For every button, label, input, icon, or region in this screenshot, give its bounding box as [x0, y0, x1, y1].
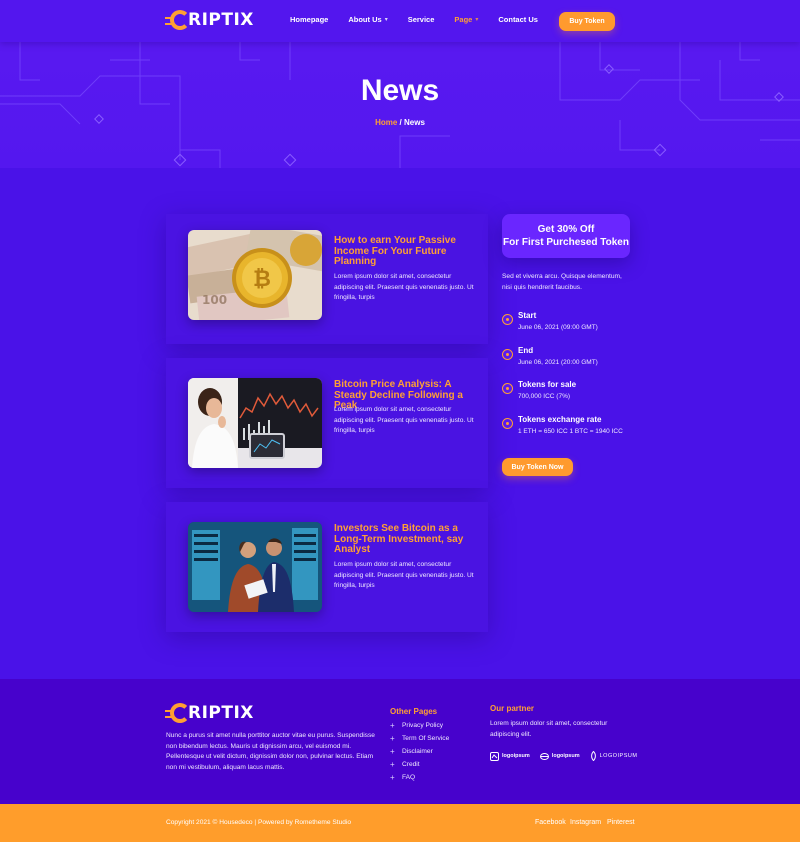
info-label: Tokens exchange rate	[518, 415, 602, 424]
copyright-bar: Copyright 2021 © Housedeco | Powered by …	[0, 804, 800, 842]
footer-description: Nunc a purus sit amet nulla porttitor au…	[166, 732, 375, 771]
radio-dot-icon	[502, 314, 513, 325]
footer-link-privacy-policy[interactable]: + Privacy Policy	[390, 719, 449, 732]
crypto-c-logo-icon	[165, 10, 190, 30]
info-value: June 06, 2021 (09:00 GMT)	[518, 324, 598, 331]
hero-banner: RIPTIX Homepage About Us ▾ Service Page …	[0, 0, 800, 168]
trading-charts-image	[188, 378, 322, 468]
partner-logo[interactable]: logoipsum	[539, 752, 580, 761]
post-excerpt: Lorem ipsum dolor sit amet, consectetur …	[334, 273, 474, 301]
plus-icon: +	[390, 773, 395, 782]
social-link-facebook[interactable]: Facebook	[535, 819, 566, 826]
footer-link-disclaimer[interactable]: + Disclaimer	[390, 745, 449, 758]
post-excerpt: Lorem ipsum dolor sit amet, consectetur …	[334, 406, 474, 434]
svg-text:100: 100	[202, 293, 227, 307]
svg-text:₿: ₿	[253, 267, 271, 292]
post-thumbnail-trading-charts[interactable]	[188, 378, 322, 468]
crypto-c-logo-icon	[165, 703, 190, 723]
partner-logo-text: LOGOIPSUM	[599, 753, 638, 759]
partner-logo-mark-icon	[590, 751, 596, 761]
nav-label: Service	[407, 15, 435, 24]
partner-logos: logoipsum logoipsum LOGOIPSUM	[490, 751, 647, 761]
social-link-pinterest[interactable]: Pinterest	[607, 819, 635, 826]
nav-item-about-us[interactable]: About Us ▾	[348, 15, 387, 24]
bitcoin-coins-image: ₿ 100	[188, 230, 322, 320]
brand-name: RIPTIX	[188, 10, 254, 30]
partner-logo[interactable]: LOGOIPSUM	[590, 751, 638, 761]
chevron-down-icon: ▾	[475, 17, 479, 23]
link-label: FAQ	[402, 774, 416, 781]
nav-item-service[interactable]: Service	[408, 15, 435, 24]
partner-logo-text: logoipsum	[502, 753, 530, 759]
radio-dot-icon	[502, 418, 513, 429]
plus-icon: +	[390, 721, 395, 730]
our-partner-heading: Our partner	[490, 704, 535, 713]
plus-icon: +	[390, 760, 395, 769]
radio-dot-icon	[502, 349, 513, 360]
info-value: 1 ETH = 650 ICC 1 BTC = 1940 ICC	[518, 428, 623, 435]
breadcrumb-current: News	[404, 118, 425, 127]
promo-subheadline: For First Purchesed Token	[503, 237, 629, 248]
info-value: 700,000 ICC (7%)	[518, 393, 571, 400]
post-excerpt: Lorem ipsum dolor sit amet, consectetur …	[334, 561, 474, 589]
nav-label: Homepage	[290, 15, 329, 24]
page-title: News	[360, 74, 440, 107]
plus-icon: +	[390, 747, 395, 756]
copyright-text: Copyright 2021 © Housedeco | Powered by …	[166, 819, 352, 826]
partner-logo-mark-icon	[539, 752, 549, 760]
footer: RIPTIX Nunc a purus sit amet nulla portt…	[0, 679, 800, 804]
post-title[interactable]: How to earn Your Passive Income For Your…	[334, 235, 479, 268]
partner-description: Lorem ipsum dolor sit amet, consectetur …	[490, 720, 608, 738]
top-navigation-bar: RIPTIX Homepage About Us ▾ Service Page …	[0, 0, 800, 42]
other-pages-list: + Privacy Policy + Term Of Service + Dis…	[390, 719, 449, 784]
server-room-image	[188, 522, 322, 612]
sidebar-description: Sed et viverra arcu. Quisque elementum, …	[502, 273, 622, 291]
footer-link-faq[interactable]: + FAQ	[390, 771, 449, 784]
discount-promo-box: Get 30% Off For First Purchesed Token	[502, 214, 630, 258]
nav-label: Contact Us	[498, 15, 538, 24]
breadcrumb-separator: /	[397, 118, 404, 127]
partner-logo-text: logoipsum	[551, 753, 580, 759]
plus-icon: +	[390, 734, 395, 743]
main-menu: Homepage About Us ▾ Service Page ▾ Conta…	[290, 15, 558, 24]
brand-name: RIPTIX	[188, 703, 254, 723]
post-title[interactable]: Investors See Bitcoin as a Long-Term Inv…	[334, 523, 479, 556]
breadcrumb-home-link[interactable]: Home	[375, 118, 397, 127]
nav-item-homepage[interactable]: Homepage	[290, 15, 328, 24]
post-card: Investors See Bitcoin as a Long-Term Inv…	[166, 502, 488, 632]
partner-logo-mark-icon	[490, 751, 499, 761]
nav-label: Page	[454, 15, 473, 24]
link-label: Term Of Service	[402, 735, 450, 742]
post-thumbnail-server-room[interactable]	[188, 522, 322, 612]
brand-logo[interactable]: RIPTIX	[165, 10, 254, 30]
nav-item-contact-us[interactable]: Contact Us	[498, 15, 538, 24]
nav-label: About Us	[348, 15, 382, 24]
info-label: Tokens for sale	[518, 380, 577, 389]
info-label: End	[518, 346, 534, 355]
link-label: Privacy Policy	[402, 722, 444, 729]
post-thumbnail-bitcoin-coins[interactable]: ₿ 100	[188, 230, 322, 320]
footer-link-term-of-service[interactable]: + Term Of Service	[390, 732, 449, 745]
info-label: Start	[518, 311, 537, 320]
link-label: Credit	[402, 761, 420, 768]
promo-headline: Get 30% Off	[537, 224, 595, 235]
post-card: Bitcoin Price Analysis: A Steady Decline…	[166, 358, 488, 488]
footer-link-credit[interactable]: + Credit	[390, 758, 449, 771]
partner-logo[interactable]: logoipsum	[490, 751, 530, 761]
post-card: ₿ 100 How to earn Your Passive Income Fo…	[166, 214, 488, 344]
other-pages-heading: Other Pages	[390, 707, 438, 716]
breadcrumb: Home / News	[0, 118, 800, 127]
footer-brand-logo[interactable]: RIPTIX	[165, 703, 254, 723]
buy-token-button[interactable]: Buy Token	[559, 12, 615, 31]
radio-dot-icon	[502, 383, 513, 394]
social-link-instagram[interactable]: Instagram	[570, 819, 601, 826]
buy-token-now-button[interactable]: Buy Token Now	[502, 458, 573, 476]
link-label: Disclaimer	[402, 748, 433, 755]
info-value: June 06, 2021 (20:00 GMT)	[518, 359, 598, 366]
chevron-down-icon: ▾	[384, 17, 388, 23]
nav-item-page[interactable]: Page ▾	[454, 15, 478, 24]
